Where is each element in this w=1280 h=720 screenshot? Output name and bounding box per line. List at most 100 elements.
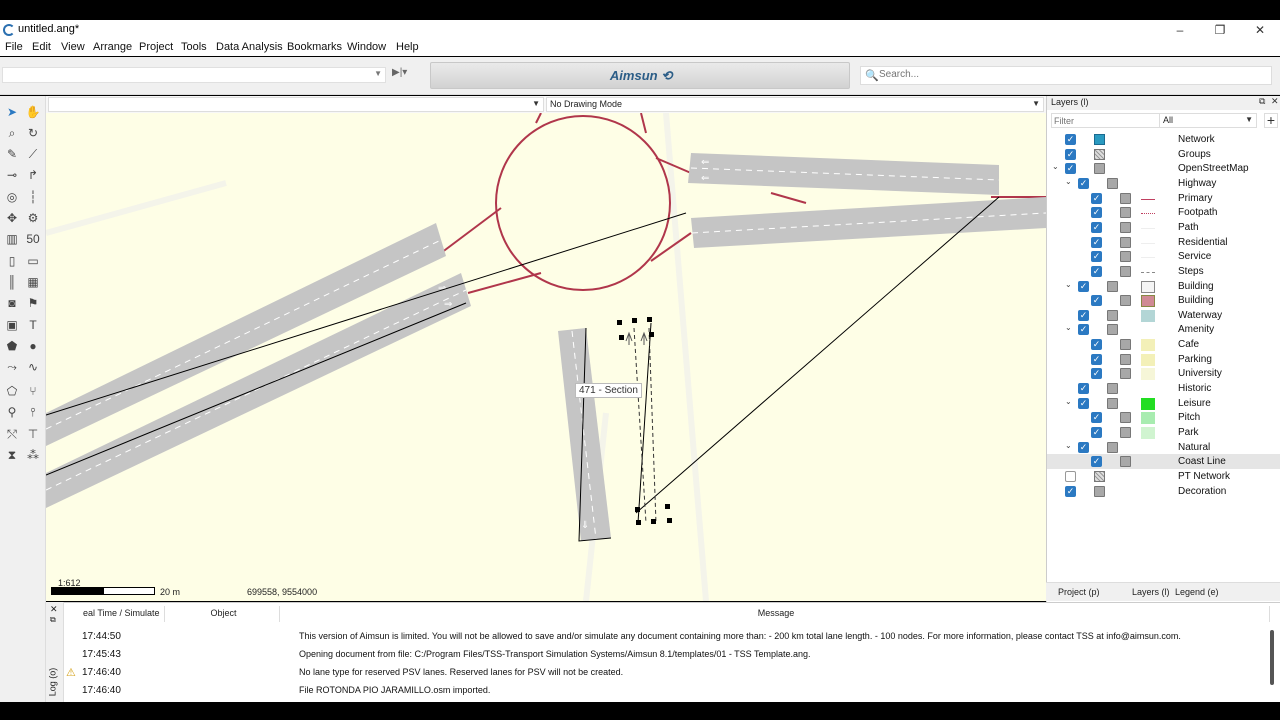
crosswalk-icon[interactable]: ▦ (25, 274, 41, 290)
chevron-down-icon[interactable]: ⌄ (1065, 397, 1072, 406)
layer-visibility-checkbox[interactable]: ✓ (1078, 309, 1089, 321)
menu-file[interactable]: File (5, 41, 23, 53)
layer-lock-icon[interactable] (1120, 427, 1131, 438)
layer-lock-icon[interactable] (1094, 485, 1105, 497)
centroid-icon[interactable]: ◎ (4, 189, 20, 205)
rotate-icon[interactable]: ↻ (25, 125, 41, 141)
layer-visibility-checkbox[interactable]: ✓ (1065, 485, 1076, 497)
layer-lock-icon[interactable] (1107, 397, 1118, 409)
layer-visibility-checkbox[interactable]: ✓ (1078, 441, 1089, 453)
search-box[interactable]: 🔍 (860, 66, 1272, 85)
stop-icon[interactable]: ⚑ (25, 295, 41, 311)
pin-icon[interactable]: ⚲ (4, 404, 20, 420)
select-arrow-icon[interactable]: ➤ (4, 104, 20, 120)
close-icon[interactable]: ✕ (1271, 96, 1279, 107)
layer-row-pt-network[interactable]: PT Network (1047, 469, 1280, 484)
polygon-icon[interactable]: ⬟ (4, 338, 20, 354)
layer-lock-icon[interactable] (1120, 339, 1131, 351)
play-button[interactable]: ▶|▾ (392, 67, 407, 78)
layer-lock-icon[interactable] (1107, 177, 1118, 189)
layer-lock-icon[interactable] (1120, 353, 1131, 365)
layer-row-park[interactable]: ✓ Park (1047, 425, 1280, 440)
layer-lock-icon[interactable] (1120, 251, 1131, 263)
layer-lock-icon[interactable] (1094, 163, 1105, 175)
layer-visibility-checkbox[interactable]: ✓ (1065, 163, 1076, 175)
col-time[interactable]: eal Time / Simulate (80, 606, 165, 622)
simulation-combo[interactable]: ▼ (2, 67, 386, 83)
layer-visibility-checkbox[interactable]: ✓ (1078, 324, 1089, 336)
col-message[interactable]: Message (280, 606, 1270, 622)
timer-icon[interactable]: ⧗ (4, 447, 20, 463)
layer-visibility-checkbox[interactable]: ✓ (1091, 236, 1102, 248)
branch-icon[interactable]: ⑂ (25, 383, 41, 399)
pan-hand-icon[interactable]: ✋ (25, 104, 41, 120)
layer-row-natural[interactable]: ⌄ ✓ Natural (1047, 440, 1280, 455)
menu-data-analysis[interactable]: Data Analysis (216, 41, 283, 53)
layer-row-footpath[interactable]: ✓ Footpath (1047, 205, 1280, 220)
layer-visibility-checkbox[interactable]: ✓ (1091, 368, 1102, 380)
layer-row-path[interactable]: ✓ Path (1047, 220, 1280, 235)
layer-lock-icon[interactable] (1120, 265, 1131, 277)
layer-visibility-checkbox[interactable]: ✓ (1078, 383, 1089, 395)
layer-visibility-checkbox[interactable]: ✓ (1065, 148, 1076, 160)
layer-row-steps[interactable]: ✓ Steps (1047, 264, 1280, 279)
layer-row-cafe[interactable]: ✓ Cafe (1047, 337, 1280, 352)
bus-icon[interactable]: ▭ (25, 253, 41, 269)
menu-project[interactable]: Project (139, 41, 173, 53)
layer-visibility-checkbox[interactable]: ✓ (1091, 353, 1102, 365)
layer-lock-icon[interactable] (1120, 221, 1131, 233)
barrier-icon[interactable]: ▥ (4, 231, 20, 247)
log-scrollbar[interactable] (1270, 630, 1274, 685)
layer-lock-icon[interactable] (1120, 412, 1131, 424)
layer-visibility-checkbox[interactable]: ✓ (1078, 177, 1089, 189)
traffic-light-icon[interactable]: ▯ (4, 253, 20, 269)
layer-lock-icon[interactable] (1120, 295, 1131, 307)
gear-icon[interactable]: ⚙ (25, 210, 41, 226)
layer-visibility-checkbox[interactable] (1065, 470, 1076, 482)
layer-visibility-checkbox[interactable]: ✓ (1065, 134, 1076, 145)
layer-row-service[interactable]: ✓ Service (1047, 249, 1280, 264)
layer-visibility-checkbox[interactable]: ✓ (1091, 265, 1102, 277)
move-icon[interactable]: ✥ (4, 210, 20, 226)
layer-visibility-checkbox[interactable]: ✓ (1091, 295, 1102, 307)
layer-row-residential[interactable]: ✓ Residential (1047, 235, 1280, 250)
chevron-down-icon[interactable]: ⌄ (1065, 177, 1072, 186)
connector-icon[interactable]: ⟋ (25, 146, 41, 162)
turn-icon[interactable]: ↱ (25, 167, 41, 183)
menu-window[interactable]: Window (347, 41, 386, 53)
float-icon[interactable]: ⧉ (1259, 96, 1265, 107)
menu-arrange[interactable]: Arrange (93, 41, 132, 53)
speed-sign-icon[interactable]: 50 (25, 231, 41, 247)
network-icon[interactable]: ⁂ (25, 447, 41, 463)
curve-icon[interactable]: ∿ (25, 359, 41, 375)
layer-row-openstreetmap[interactable]: ⌄ ✓ OpenStreetMap (1047, 161, 1280, 176)
menu-tools[interactable]: Tools (181, 41, 207, 53)
menu-view[interactable]: View (61, 41, 85, 53)
layer-visibility-checkbox[interactable]: ✓ (1091, 251, 1102, 263)
layer-row-parking[interactable]: ✓ Parking (1047, 352, 1280, 367)
layer-type-combo[interactable]: All ▼ (1159, 113, 1257, 128)
camera-icon[interactable]: ◙ (4, 295, 20, 311)
layer-lock-icon[interactable] (1120, 236, 1131, 248)
layer-row-leisure[interactable]: ⌄ ✓ Leisure (1047, 396, 1280, 411)
polyline-icon[interactable]: ⤳ (4, 359, 20, 375)
layer-lock-icon[interactable] (1120, 192, 1131, 204)
menu-bookmarks[interactable]: Bookmarks (287, 41, 342, 53)
layer-row-primary[interactable]: ✓ Primary (1047, 191, 1280, 206)
layer-row-groups[interactable]: ✓ Groups (1047, 147, 1280, 162)
col-object[interactable]: Object (165, 606, 280, 622)
chevron-down-icon[interactable]: ⌄ (1065, 441, 1072, 450)
layer-lock-icon[interactable] (1120, 456, 1131, 468)
layer-visibility-checkbox[interactable]: ✓ (1091, 456, 1102, 468)
tab-legend[interactable]: Legend (e) (1175, 587, 1219, 597)
ramp-icon[interactable]: ⊤ (25, 426, 41, 442)
layer-visibility-checkbox[interactable]: ✓ (1078, 280, 1089, 292)
text-icon[interactable]: T (25, 317, 41, 333)
add-layer-button[interactable]: + (1264, 113, 1278, 128)
layer-row-amenity[interactable]: ⌄ ✓ Amenity (1047, 322, 1280, 337)
maximize-button[interactable]: ❐ (1200, 20, 1240, 40)
point-icon[interactable]: ⫯ (25, 404, 41, 420)
node-link-icon[interactable]: ⊸ (4, 167, 20, 183)
layer-lock-icon[interactable] (1107, 383, 1118, 395)
layer-box-icon[interactable]: ▣ (4, 317, 20, 333)
